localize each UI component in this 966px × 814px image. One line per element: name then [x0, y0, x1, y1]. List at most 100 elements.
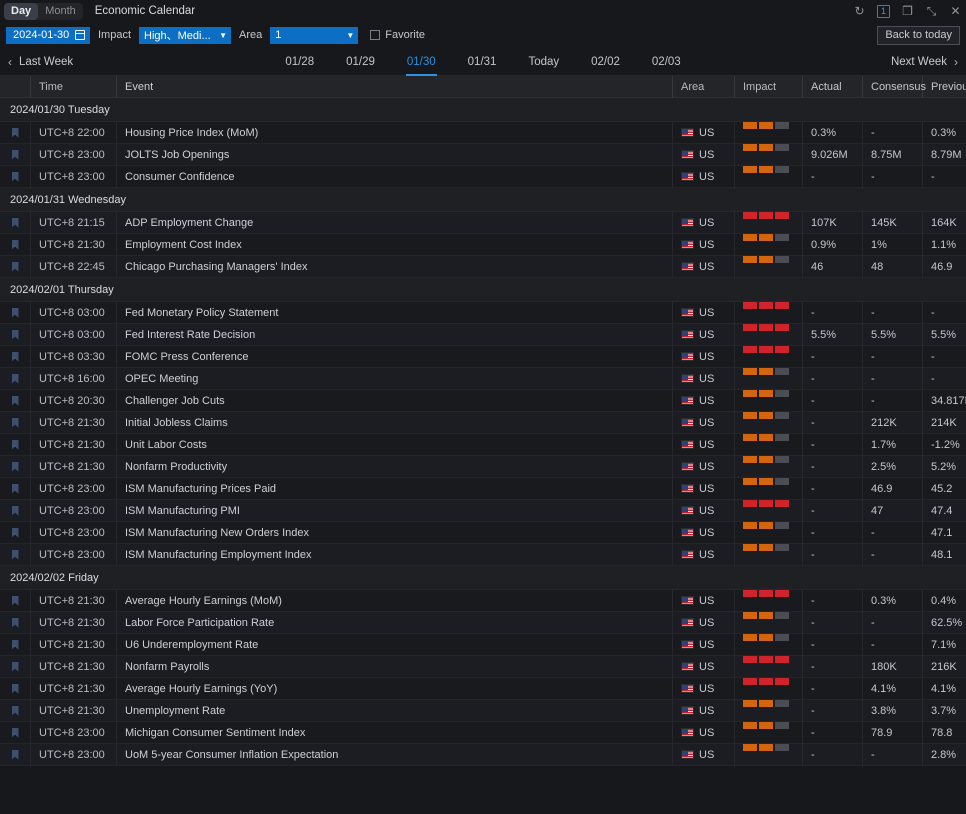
bookmark-icon[interactable]	[12, 750, 19, 760]
next-week-button[interactable]: Next Week ›	[891, 55, 958, 69]
bookmark-icon[interactable]	[12, 684, 19, 694]
event-name[interactable]: Chicago Purchasing Managers' Index	[117, 256, 673, 278]
bookmark-cell[interactable]	[0, 634, 31, 656]
event-name[interactable]: Average Hourly Earnings (YoY)	[117, 678, 673, 700]
bookmark-cell[interactable]	[0, 346, 31, 368]
event-name[interactable]: Nonfarm Payrolls	[117, 656, 673, 678]
event-name[interactable]: Employment Cost Index	[117, 234, 673, 256]
event-name[interactable]: Initial Jobless Claims	[117, 412, 673, 434]
bookmark-icon[interactable]	[12, 396, 19, 406]
column-header-impact[interactable]: Impact	[735, 76, 803, 98]
event-name[interactable]: Unit Labor Costs	[117, 434, 673, 456]
bookmark-icon[interactable]	[12, 662, 19, 672]
event-name[interactable]: ISM Manufacturing Prices Paid	[117, 478, 673, 500]
bookmark-icon[interactable]	[12, 150, 19, 160]
table-row[interactable]: UTC+8 21:30Average Hourly Earnings (MoM)…	[0, 590, 966, 612]
bookmark-icon[interactable]	[12, 506, 19, 516]
bookmark-cell[interactable]	[0, 590, 31, 612]
bookmark-icon[interactable]	[12, 462, 19, 472]
table-row[interactable]: UTC+8 22:00Housing Price Index (MoM)US0.…	[0, 122, 966, 144]
event-name[interactable]: Fed Monetary Policy Statement	[117, 302, 673, 324]
bookmark-icon[interactable]	[12, 352, 19, 362]
bookmark-cell[interactable]	[0, 144, 31, 166]
view-mode-month[interactable]: Month	[38, 3, 83, 20]
event-name[interactable]: U6 Underemployment Rate	[117, 634, 673, 656]
bookmark-cell[interactable]	[0, 234, 31, 256]
bookmark-cell[interactable]	[0, 522, 31, 544]
table-row[interactable]: UTC+8 23:00Michigan Consumer Sentiment I…	[0, 722, 966, 744]
table-row[interactable]: UTC+8 21:30Unemployment RateUS-3.8%3.7%	[0, 700, 966, 722]
table-row[interactable]: UTC+8 23:00Consumer ConfidenceUS---	[0, 166, 966, 188]
bookmark-cell[interactable]	[0, 612, 31, 634]
bookmark-icon[interactable]	[12, 728, 19, 738]
bookmark-icon[interactable]	[12, 440, 19, 450]
day-tab-01-28[interactable]: 01/28	[284, 48, 315, 76]
event-name[interactable]: ISM Manufacturing Employment Index	[117, 544, 673, 566]
event-name[interactable]: OPEC Meeting	[117, 368, 673, 390]
bookmark-cell[interactable]	[0, 744, 31, 766]
bookmark-icon[interactable]	[12, 640, 19, 650]
area-filter-select[interactable]: 1 ▼	[270, 27, 358, 44]
table-row[interactable]: UTC+8 23:00UoM 5-year Consumer Inflation…	[0, 744, 966, 766]
bookmark-icon[interactable]	[12, 218, 19, 228]
bookmark-cell[interactable]	[0, 544, 31, 566]
table-row[interactable]: UTC+8 16:00OPEC MeetingUS---	[0, 368, 966, 390]
bookmark-icon[interactable]	[12, 330, 19, 340]
day-tab-02-02[interactable]: 02/02	[590, 48, 621, 76]
column-header-previous[interactable]: Previous	[923, 76, 966, 98]
day-tab-02-03[interactable]: 02/03	[651, 48, 682, 76]
bookmark-icon[interactable]	[12, 706, 19, 716]
bookmark-cell[interactable]	[0, 456, 31, 478]
column-header-consensus[interactable]: Consensus	[863, 76, 923, 98]
event-name[interactable]: Housing Price Index (MoM)	[117, 122, 673, 144]
table-row[interactable]: UTC+8 21:30Labor Force Participation Rat…	[0, 612, 966, 634]
column-header-event[interactable]: Event	[117, 76, 673, 98]
refresh-icon[interactable]: ↻	[853, 5, 866, 18]
bookmark-icon[interactable]	[12, 262, 19, 272]
layout-count-badge[interactable]: 1	[877, 5, 890, 18]
favorite-filter[interactable]: Favorite	[370, 29, 425, 41]
table-row[interactable]: UTC+8 21:30Nonfarm PayrollsUS-180K216K	[0, 656, 966, 678]
date-picker[interactable]: 2024-01-30	[6, 27, 90, 44]
table-row[interactable]: UTC+8 03:00Fed Interest Rate DecisionUS5…	[0, 324, 966, 346]
bookmark-cell[interactable]	[0, 678, 31, 700]
back-to-today-button[interactable]: Back to today	[877, 26, 960, 45]
event-name[interactable]: Nonfarm Productivity	[117, 456, 673, 478]
table-row[interactable]: UTC+8 21:30U6 Underemployment RateUS--7.…	[0, 634, 966, 656]
bookmark-cell[interactable]	[0, 412, 31, 434]
bookmark-cell[interactable]	[0, 656, 31, 678]
bookmark-cell[interactable]	[0, 700, 31, 722]
event-name[interactable]: Michigan Consumer Sentiment Index	[117, 722, 673, 744]
table-row[interactable]: UTC+8 21:30Average Hourly Earnings (YoY)…	[0, 678, 966, 700]
column-header-area[interactable]: Area	[673, 76, 735, 98]
event-name[interactable]: Labor Force Participation Rate	[117, 612, 673, 634]
bookmark-cell[interactable]	[0, 122, 31, 144]
event-name[interactable]: FOMC Press Conference	[117, 346, 673, 368]
event-name[interactable]: ISM Manufacturing New Orders Index	[117, 522, 673, 544]
column-header-actual[interactable]: Actual	[803, 76, 863, 98]
event-name[interactable]: ADP Employment Change	[117, 212, 673, 234]
favorite-checkbox[interactable]	[370, 30, 380, 40]
bookmark-icon[interactable]	[12, 618, 19, 628]
view-mode-day[interactable]: Day	[4, 3, 38, 20]
bookmark-icon[interactable]	[12, 240, 19, 250]
bookmark-cell[interactable]	[0, 324, 31, 346]
bookmark-icon[interactable]	[12, 374, 19, 384]
bookmark-icon[interactable]	[12, 596, 19, 606]
event-name[interactable]: Fed Interest Rate Decision	[117, 324, 673, 346]
table-row[interactable]: UTC+8 21:30Nonfarm ProductivityUS-2.5%5.…	[0, 456, 966, 478]
table-row[interactable]: UTC+8 23:00JOLTS Job OpeningsUS9.026M8.7…	[0, 144, 966, 166]
expand-icon[interactable]: ⤡	[925, 5, 938, 18]
event-name[interactable]: Unemployment Rate	[117, 700, 673, 722]
table-row[interactable]: UTC+8 21:30Employment Cost IndexUS0.9%1%…	[0, 234, 966, 256]
event-name[interactable]: Average Hourly Earnings (MoM)	[117, 590, 673, 612]
bookmark-icon[interactable]	[12, 128, 19, 138]
column-header-time[interactable]: Time	[31, 76, 117, 98]
bookmark-icon[interactable]	[12, 528, 19, 538]
event-name[interactable]: Challenger Job Cuts	[117, 390, 673, 412]
day-tab-01-30[interactable]: 01/30	[406, 48, 437, 76]
table-row[interactable]: UTC+8 21:30Initial Jobless ClaimsUS-212K…	[0, 412, 966, 434]
table-row[interactable]: UTC+8 23:00ISM Manufacturing Prices Paid…	[0, 478, 966, 500]
table-row[interactable]: UTC+8 23:00ISM Manufacturing New Orders …	[0, 522, 966, 544]
table-row[interactable]: UTC+8 03:30FOMC Press ConferenceUS---	[0, 346, 966, 368]
